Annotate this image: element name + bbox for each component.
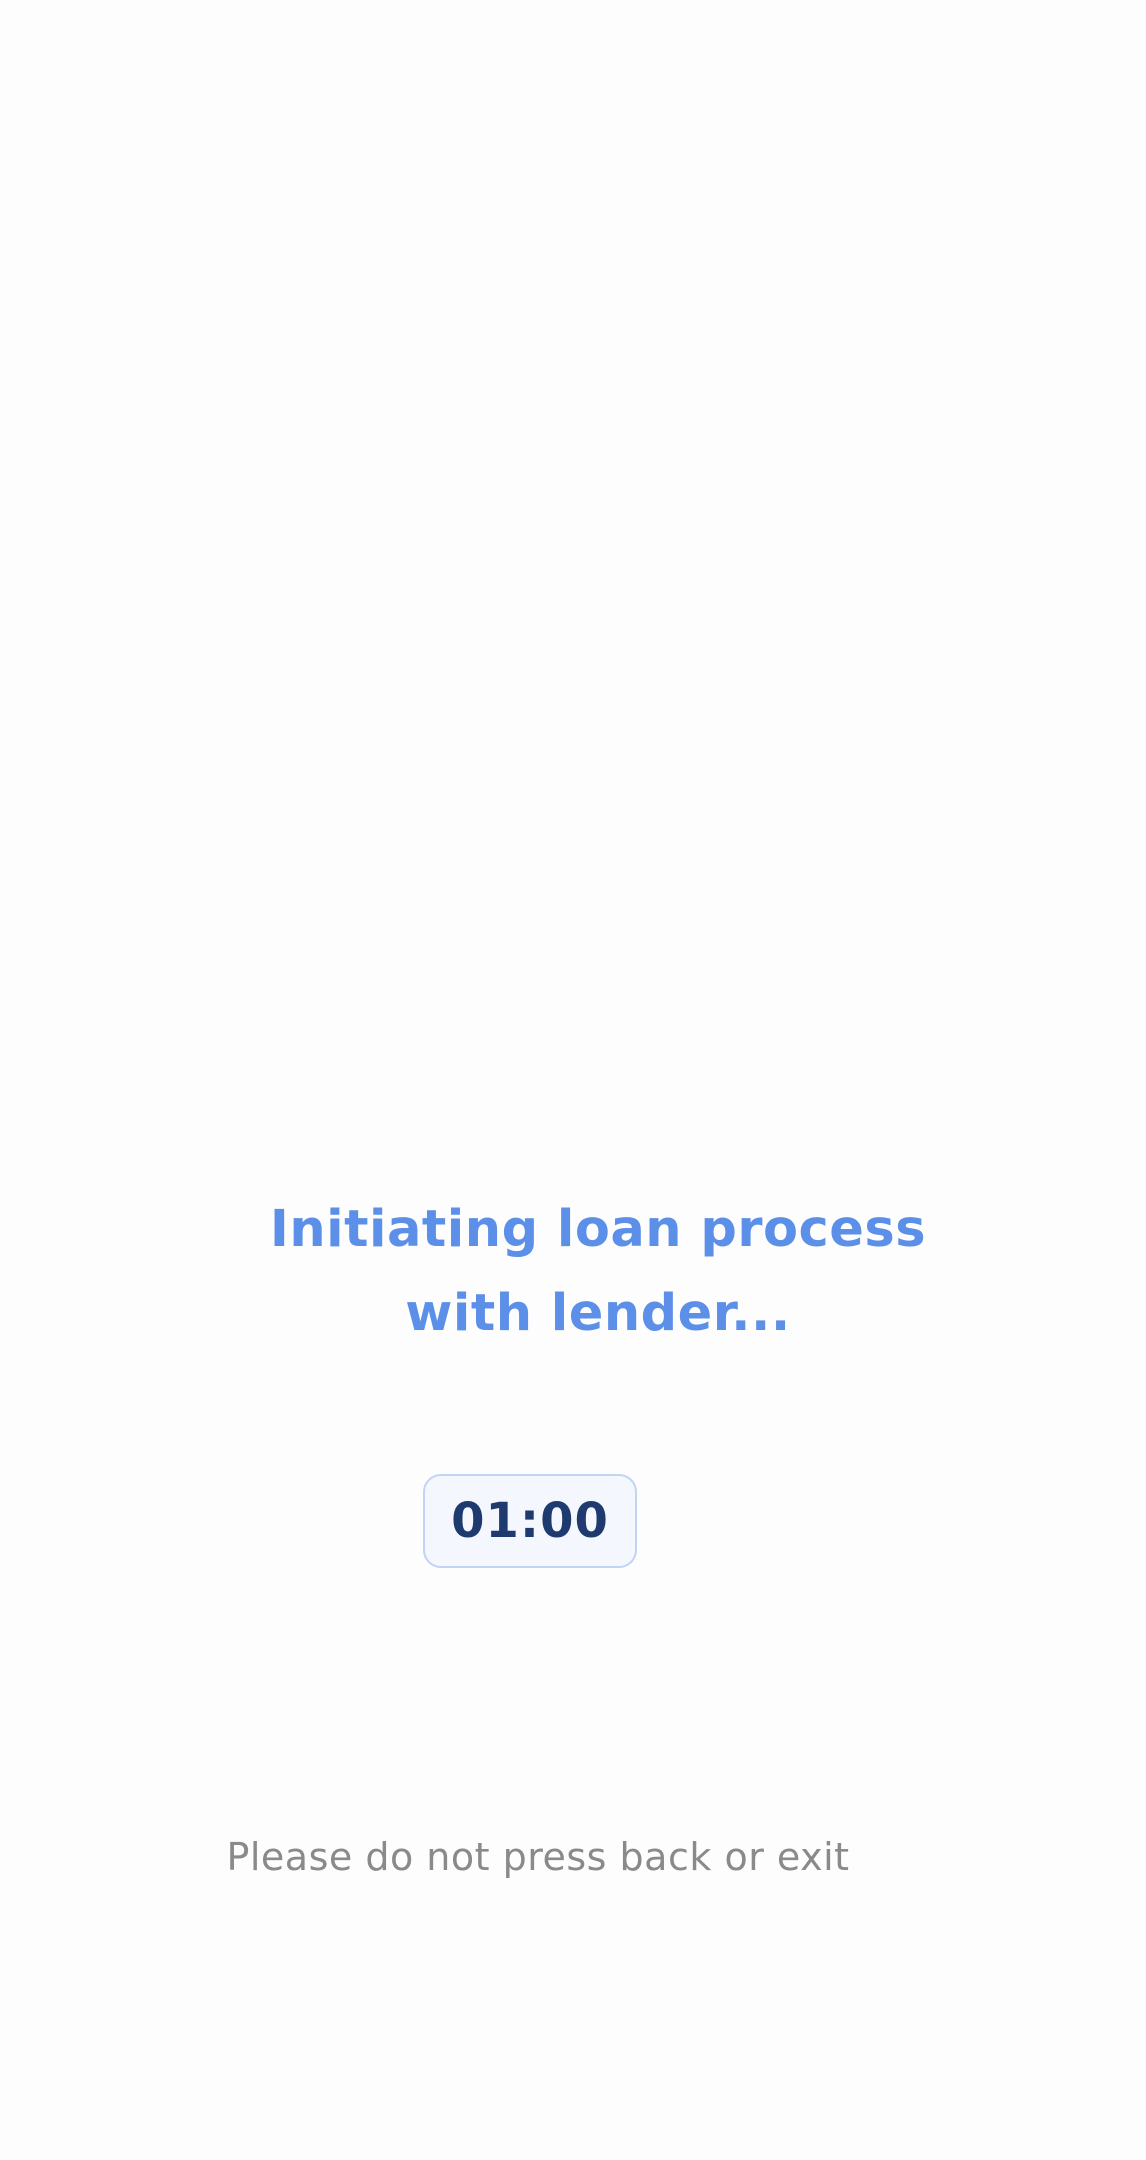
loading-title: Initiating loan process with lender... [0, 1188, 1146, 1356]
loading-title-line-1: Initiating loan process [269, 1200, 927, 1259]
countdown-timer: 01:00 [423, 1474, 637, 1568]
loading-screen: Initiating loan process with lender... 0… [0, 0, 1146, 2160]
loading-title-line-2: with lender... [405, 1284, 791, 1343]
countdown-timer-value: 01:00 [451, 1493, 609, 1549]
do-not-exit-notice: Please do not press back or exit [226, 1835, 850, 1879]
